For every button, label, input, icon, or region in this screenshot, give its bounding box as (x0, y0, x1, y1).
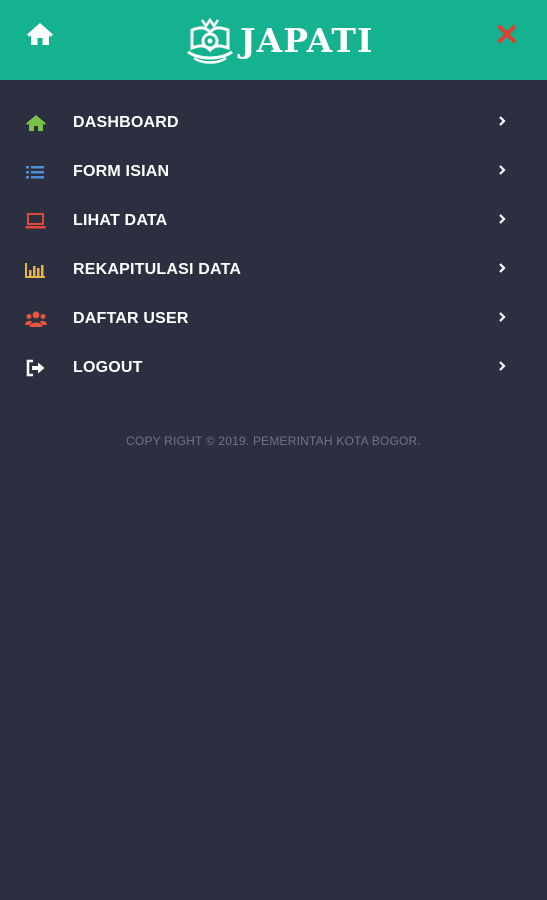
list-icon (26, 166, 44, 179)
menu-item-label: LOGOUT (73, 359, 143, 376)
close-button[interactable] (496, 23, 518, 45)
menu-item-logout[interactable]: LOGOUT (0, 343, 547, 392)
menu-item-label: FORM ISIAN (73, 163, 170, 180)
menu-item-dashboard[interactable]: DASHBOARD (0, 98, 547, 147)
menu-item-lihat-data[interactable]: LIHAT DATA (0, 196, 547, 245)
app-header: JAPATI (0, 0, 547, 80)
bar-chart-icon (25, 263, 45, 278)
menu-item-label: LIHAT DATA (73, 212, 168, 229)
chevron-right-icon (499, 263, 506, 273)
menu-item-rekapitulasi-data[interactable]: REKAPITULASI DATA (0, 245, 547, 294)
chevron-right-icon (499, 361, 506, 371)
menu-item-label: DAFTAR USER (73, 310, 189, 327)
chevron-right-icon (499, 312, 506, 322)
home-icon (27, 23, 53, 45)
chevron-right-icon (499, 116, 506, 126)
menu-item-daftar-user[interactable]: DAFTAR USER (0, 294, 547, 343)
menu-item-form-isian[interactable]: FORM ISIAN (0, 147, 547, 196)
menu-item-label: DASHBOARD (73, 114, 179, 131)
close-icon (498, 25, 516, 43)
chevron-right-icon (499, 165, 506, 175)
app-logo: JAPATI (184, 14, 373, 66)
chevron-right-icon (499, 214, 506, 224)
logo-emblem-icon (187, 17, 233, 64)
home-icon (26, 115, 46, 131)
home-button[interactable] (26, 22, 54, 46)
copyright-text: COPY RIGHT © 2019. PEMERINTAH KOTA BOGOR… (126, 434, 421, 448)
main-menu: DASHBOARD FORM ISIAN LIHAT DATA REKAPITU… (0, 98, 547, 392)
laptop-icon (25, 213, 46, 229)
brand-name: JAPATI (240, 20, 374, 60)
menu-item-label: REKAPITULASI DATA (73, 261, 242, 278)
users-icon (25, 311, 47, 327)
sign-out-icon (26, 359, 45, 377)
